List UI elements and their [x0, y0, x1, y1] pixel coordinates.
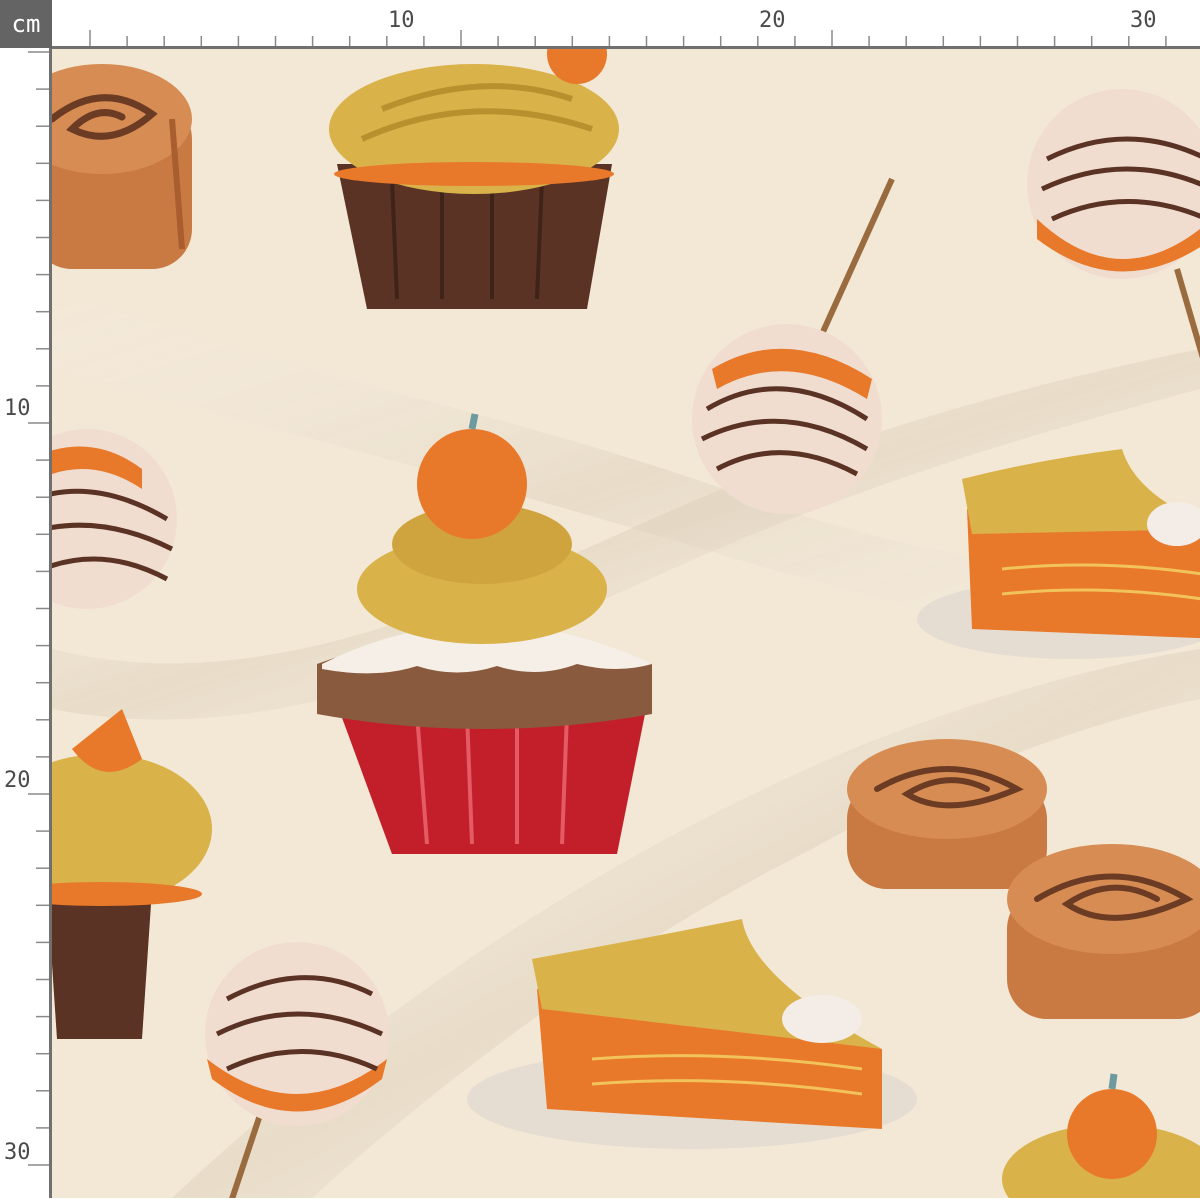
cupcake-icon [329, 49, 619, 309]
cupcake-icon [52, 709, 212, 1039]
pumpkin-pie-slice-icon [917, 449, 1200, 659]
left-ruler-ticks [28, 51, 49, 1166]
cake-pop-icon [1027, 89, 1200, 359]
top-ruler-label-30: 30 [1130, 8, 1157, 33]
fabric-print [52, 49, 1200, 1198]
top-ruler-ticks [89, 30, 1167, 46]
cinnamon-roll-icon [52, 64, 192, 269]
top-ruler-label-20: 20 [759, 8, 786, 33]
fabric-swatch [52, 49, 1200, 1198]
top-ruler-label-10: 10 [388, 8, 415, 33]
cinnamon-roll-icon [847, 739, 1047, 889]
cake-pop-icon [692, 177, 895, 514]
left-ruler: 10 20 30 [0, 48, 52, 1198]
left-ruler-label-30: 30 [4, 1140, 31, 1165]
left-ruler-label-10: 10 [4, 396, 31, 421]
top-ruler: 10 20 30 [52, 0, 1200, 48]
cake-pop-icon [52, 429, 177, 609]
left-ruler-label-20: 20 [4, 768, 31, 793]
unit-badge: cm [0, 0, 52, 48]
cinnamon-roll-icon [1007, 844, 1200, 1019]
cupcake-icon [1002, 1073, 1200, 1198]
